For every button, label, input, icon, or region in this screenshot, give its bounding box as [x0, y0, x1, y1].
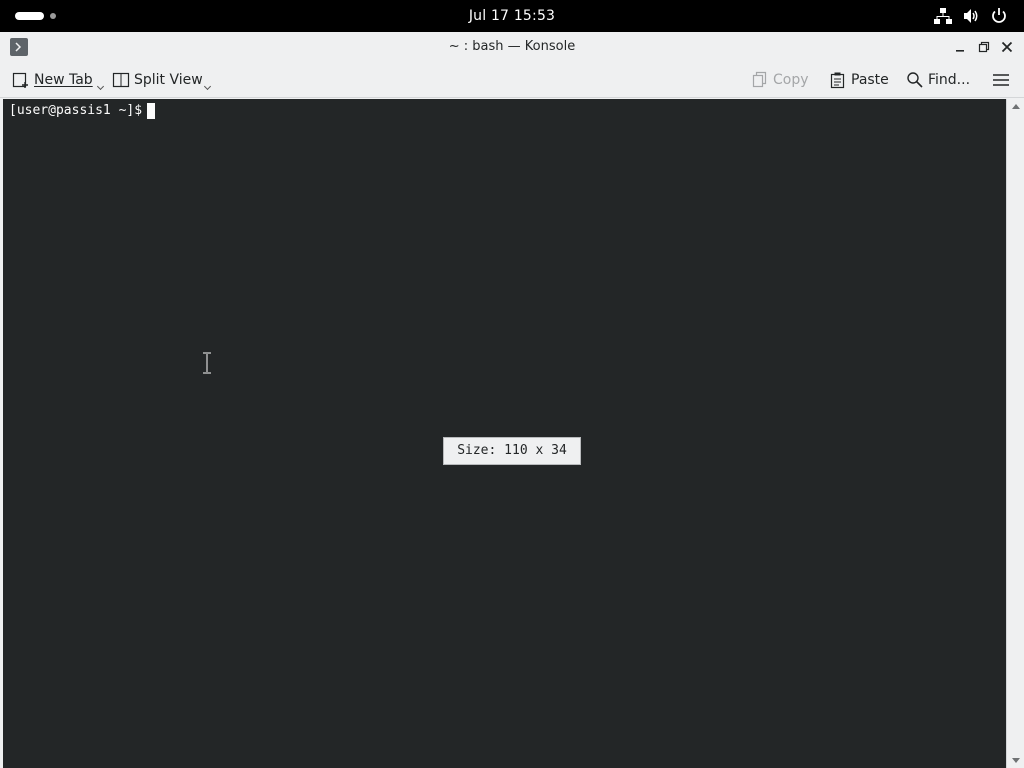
new-tab-label: New Tab: [34, 72, 93, 88]
copy-icon: [752, 71, 767, 88]
scroll-down-icon[interactable]: [1012, 758, 1020, 763]
paste-button[interactable]: Paste: [829, 62, 889, 98]
split-view-button[interactable]: Split View: [112, 62, 203, 98]
clock[interactable]: Jul 17 15:53: [0, 0, 1024, 32]
konsole-window: ~ : bash — Konsole New Tab Split View Co…: [0, 32, 1024, 768]
scroll-up-icon[interactable]: [1012, 104, 1020, 109]
toolbar: New Tab Split View Copy Paste Find...: [0, 62, 1024, 98]
terminal-display[interactable]: [user@passis1 ~]$ Size: 110 x 34: [3, 99, 1006, 768]
hamburger-menu-icon[interactable]: [992, 62, 1010, 98]
maximize-icon[interactable]: [976, 39, 992, 55]
copy-button[interactable]: Copy: [751, 62, 809, 98]
copy-label: Copy: [773, 72, 809, 88]
size-popup: Size: 110 x 34: [443, 437, 581, 465]
minimize-icon[interactable]: [952, 39, 968, 55]
find-button[interactable]: Find...: [906, 62, 970, 98]
prompt-text: [user@passis1 ~]$: [9, 103, 143, 118]
split-view-label: Split View: [134, 72, 203, 88]
network-icon[interactable]: [934, 7, 952, 25]
volume-icon[interactable]: [962, 7, 980, 25]
text-cursor: [147, 103, 156, 119]
ibeam-cursor-icon: [203, 352, 211, 374]
paste-label: Paste: [851, 72, 889, 88]
window-title: ~ : bash — Konsole: [448, 39, 576, 54]
split-view-icon: [112, 72, 130, 88]
new-tab-button[interactable]: New Tab: [12, 62, 93, 98]
search-icon: [907, 72, 923, 88]
close-icon[interactable]: [999, 39, 1015, 55]
power-icon[interactable]: [990, 7, 1008, 25]
split-view-dropdown-icon[interactable]: [203, 82, 212, 91]
new-tab-icon: [12, 72, 28, 88]
terminal-prompt-line: [user@passis1 ~]$: [9, 103, 156, 119]
find-label: Find...: [928, 72, 971, 88]
scrollbar[interactable]: [1006, 99, 1024, 768]
system-top-bar: Jul 17 15:53: [0, 0, 1024, 32]
title-bar[interactable]: ~ : bash — Konsole: [0, 32, 1024, 62]
new-tab-dropdown-icon[interactable]: [96, 82, 105, 91]
paste-icon: [830, 72, 845, 89]
